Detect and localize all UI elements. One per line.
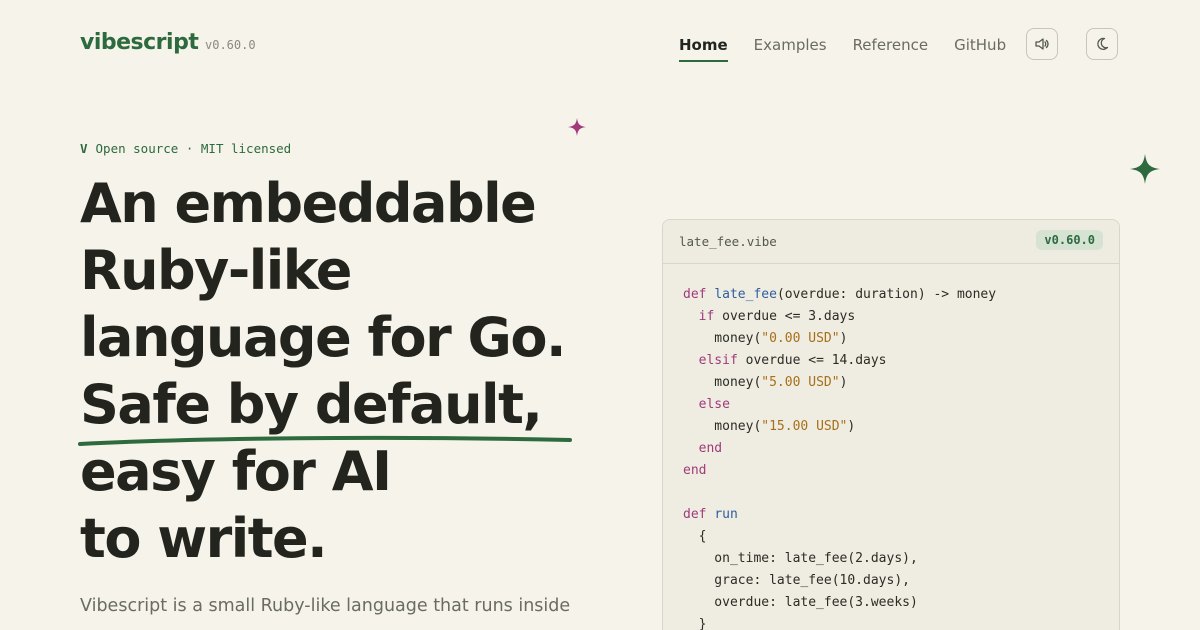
code-line: elsif overdue <= 14.days (698, 353, 887, 368)
code-line: overdue: late_fee(3.weeks) (683, 595, 918, 610)
code-line: { (683, 529, 707, 544)
code-line: end (683, 463, 707, 478)
code-line: def run (683, 507, 738, 522)
code-line: else (698, 397, 730, 412)
version-label: v0.60.0 (205, 38, 256, 52)
code-body: def late_fee(overdue: duration) -> money… (663, 264, 1119, 630)
nav-examples[interactable]: Examples (754, 36, 827, 62)
code-line: grace: late_fee(10.days), (683, 573, 910, 588)
code-version-badge: v0.60.0 (1036, 230, 1103, 250)
page: vibescript v0.60.0 Home Examples Referen… (0, 0, 1200, 630)
headline-line: Ruby-like (80, 239, 352, 302)
code-line: end (698, 441, 723, 456)
code-filename: late_fee.vibe (679, 234, 777, 249)
code-card-header: late_fee.vibe v0.60.0 (663, 220, 1119, 264)
headline-underline (78, 435, 572, 446)
hero-headline: An embeddable Ruby-like language for Go.… (80, 170, 566, 572)
code-line: def late_fee(overdue: duration) -> money (683, 287, 997, 302)
moon-icon (1097, 37, 1109, 50)
sparkle-green-icon (1130, 154, 1160, 184)
sparkle-pink-icon (568, 118, 586, 136)
nav-home[interactable]: Home (679, 36, 728, 62)
main-nav: Home Examples Reference GitHub (679, 36, 1006, 62)
headline-line-emphasis: Safe by default, (80, 373, 543, 436)
code-card: late_fee.vibe v0.60.0 def late_fee(overd… (662, 219, 1120, 630)
code-line: money("0.00 USD") (683, 331, 848, 346)
eyebrow-mark: V (80, 141, 88, 156)
hero-lead-text: Vibescript is a small Ruby-like language… (80, 596, 571, 616)
headline-line: language for Go. (80, 306, 566, 369)
speaker-icon (1035, 38, 1049, 50)
logo[interactable]: vibescript (80, 30, 199, 55)
site-header: vibescript v0.60.0 Home Examples Referen… (0, 0, 1200, 90)
eyebrow: V Open source · MIT licensed (80, 141, 291, 156)
sound-toggle-button[interactable] (1026, 28, 1058, 60)
headline-line: to write. (80, 507, 328, 570)
nav-github[interactable]: GitHub (954, 36, 1006, 62)
nav-reference[interactable]: Reference (853, 36, 929, 62)
headline-line: An embeddable (80, 172, 537, 235)
eyebrow-text: Open source · MIT licensed (95, 141, 292, 156)
code-line: money("15.00 USD") (683, 419, 856, 434)
code-line: money("5.00 USD") (683, 375, 848, 390)
code-line: ​ (683, 482, 1119, 504)
code-line: } (683, 617, 707, 630)
code-line: on_time: late_fee(2.days), (683, 551, 918, 566)
code-line: if overdue <= 3.days (698, 309, 856, 324)
theme-toggle-button[interactable] (1086, 28, 1118, 60)
